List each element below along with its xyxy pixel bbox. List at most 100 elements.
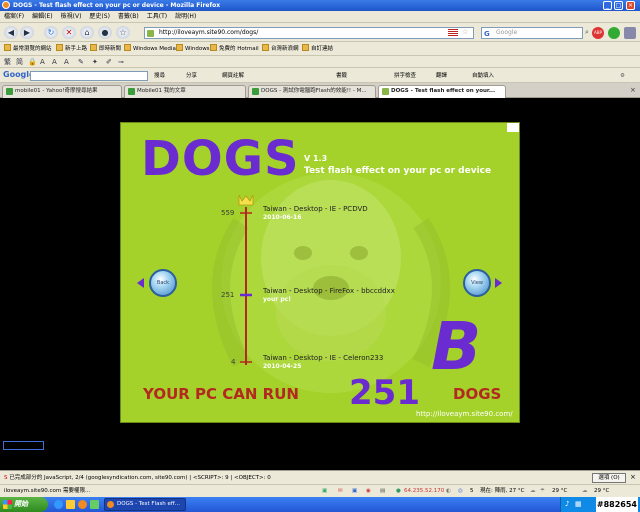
bottom-entry-desc: Taiwan - Desktop - IE - Celeron233	[263, 354, 384, 362]
google-search-input[interactable]	[30, 71, 148, 81]
bookmark-sina[interactable]: 台灣新浪網	[262, 44, 299, 54]
bookmark-most-visited[interactable]: 最常瀏覽的網站	[4, 44, 52, 54]
addon-icon[interactable]: ●	[98, 26, 112, 39]
bookmark-icon	[210, 44, 217, 51]
status-icon-2[interactable]: ▣	[352, 486, 357, 496]
script-status-text: S 已完成部分的 JavaScript, 2/4 (googlesyndicat…	[4, 475, 271, 481]
edit-icon[interactable]: ✐	[106, 57, 112, 67]
next-arrow-icon[interactable]	[495, 278, 502, 288]
weather-forecast-1: 29 °C	[552, 488, 568, 494]
options-button[interactable]: 選項 (O)	[592, 473, 626, 483]
quicklaunch-firefox-icon[interactable]	[78, 500, 87, 509]
close-tab-icon[interactable]: ×	[630, 86, 636, 94]
weather-forecast-2: 29 °C	[594, 488, 610, 494]
taskbar-firefox-window[interactable]: DOGS - Test Flash eff...	[104, 498, 186, 511]
site-favicon-icon	[147, 30, 154, 37]
menu-history[interactable]: 歷史(S)	[85, 11, 114, 23]
google-autofill-button[interactable]: 自動填入	[472, 71, 494, 81]
view-button[interactable]: View	[463, 269, 491, 297]
text-size-reset-icon[interactable]: A	[64, 57, 69, 67]
url-bar[interactable]: http://iloveaym.site90.com/dogs/	[144, 27, 474, 39]
home-icon[interactable]: ⌂	[80, 26, 94, 39]
stop-icon[interactable]: ✕	[62, 26, 76, 39]
google-search-button[interactable]: 搜尋	[154, 71, 165, 81]
volume-icon[interactable]: ♪	[565, 500, 569, 508]
maximize-button[interactable]: □	[614, 1, 623, 10]
google-bookmarks-button[interactable]: 書籤	[336, 71, 347, 81]
menu-edit[interactable]: 編輯(E)	[28, 11, 56, 23]
back-button[interactable]: Back	[149, 269, 177, 297]
menu-bar: 檔案(F) 編輯(E) 檢視(V) 歷史(S) 書籤(B) 工具(T) 說明(H)	[0, 11, 640, 23]
pencil-icon[interactable]: ✎	[78, 57, 84, 67]
bookmark-icon	[4, 44, 11, 51]
gmail-icon[interactable]: ✉	[338, 486, 343, 496]
flash-corner-marker	[507, 123, 519, 132]
status-icon-8[interactable]: 5	[470, 486, 474, 496]
close-notification-icon[interactable]: ×	[630, 473, 636, 481]
menu-file[interactable]: 檔案(F)	[0, 11, 28, 23]
scale-max-label: 559	[221, 209, 235, 217]
google-notebook-button[interactable]: 網頁註解	[222, 71, 244, 81]
search-input[interactable]: G Google	[481, 27, 583, 39]
status-icon-4[interactable]: ▤	[380, 486, 385, 496]
addon-status-icon[interactable]: ▣	[322, 486, 327, 496]
ip-text: 64.235.52.170	[404, 488, 445, 494]
bookmark-windows-media[interactable]: Windows Media	[124, 44, 176, 54]
top-entry-desc: Taiwan - Desktop - IE - PCDVD	[263, 205, 368, 213]
close-button[interactable]: ×	[626, 1, 635, 10]
tab-dogs-chinese[interactable]: DOGS - 測試你電腦跑Flash的效能!! - M...	[248, 85, 376, 98]
quicklaunch-folder-icon[interactable]	[66, 500, 75, 509]
menu-tools[interactable]: 工具(T)	[143, 11, 171, 23]
greasemonkey-icon[interactable]	[608, 27, 620, 39]
menu-view[interactable]: 檢視(V)	[57, 11, 86, 23]
traditional-chinese-icon[interactable]: 繁	[4, 57, 11, 67]
mobile01-favicon-icon	[252, 88, 259, 95]
back-arrow-icon[interactable]: ◀	[4, 26, 18, 39]
google-translate-button[interactable]: 翻譯	[436, 71, 447, 81]
dropdown-star-icon[interactable]: ☆	[462, 28, 468, 36]
firefox-icon	[2, 1, 10, 9]
adblock-icon[interactable]: ABP	[592, 27, 604, 39]
start-button[interactable]: 開始	[0, 497, 48, 512]
quicklaunch-app-icon[interactable]	[90, 500, 99, 509]
bookmark-windows[interactable]: Windows	[176, 44, 210, 54]
extension-icon[interactable]	[624, 27, 636, 39]
page-link-button[interactable]	[3, 441, 44, 450]
network-icon[interactable]: ▦	[575, 500, 582, 508]
search-magnifier-icon[interactable]: ⌕	[585, 28, 589, 37]
app-subtitle: Test flash effect on your pc or device	[304, 166, 492, 176]
quicklaunch-ie-icon[interactable]	[54, 500, 63, 509]
status-icon-5[interactable]: ●	[396, 486, 401, 496]
google-spellcheck-button[interactable]: 拼字檢查	[394, 71, 416, 81]
simplified-chinese-icon[interactable]: 简	[16, 57, 23, 67]
reload-icon[interactable]: ↻	[44, 26, 58, 39]
app-title: DOGS	[141, 131, 300, 187]
tab-dogs-active[interactable]: DOGS - Test flash effect on your...	[378, 85, 506, 98]
status-icon-3[interactable]: ◉	[366, 486, 371, 496]
flash-benchmark[interactable]: DOGS V 1.3 Test flash effect on your pc …	[120, 122, 520, 423]
bookmark-custom-links[interactable]: 自訂連結	[302, 44, 333, 54]
gear-icon[interactable]: ✦	[92, 57, 98, 67]
bookmark-star-icon[interactable]: ☆	[116, 26, 130, 39]
settings-wrench-icon[interactable]: ⚙	[620, 71, 625, 81]
minimize-button[interactable]: _	[603, 1, 612, 10]
menu-help[interactable]: 說明(H)	[171, 11, 200, 23]
status-icon-7[interactable]: ◎	[458, 486, 463, 496]
weather-cloud2-icon: ☁	[582, 488, 588, 494]
lock-icon[interactable]: 🔒	[28, 57, 37, 67]
forward-arrow-icon[interactable]: ▶	[20, 26, 34, 39]
google-share-button[interactable]: 分享	[186, 71, 197, 81]
status-icon-6[interactable]: ◐	[446, 486, 451, 496]
bookmark-getting-started[interactable]: 新手上路	[56, 44, 87, 54]
site-url-link[interactable]: http://iloveaym.site90.com/	[416, 410, 513, 418]
menu-bookmarks[interactable]: 書籤(B)	[114, 11, 143, 23]
text-size-small-icon[interactable]: A	[52, 57, 57, 67]
bookmark-news[interactable]: 即時新聞	[90, 44, 121, 54]
text-size-icon[interactable]: A	[40, 57, 45, 67]
tab-mobile01[interactable]: Mobile01 我的文章	[124, 85, 246, 98]
prev-arrow-icon[interactable]	[137, 278, 144, 288]
tab-yahoo-search[interactable]: mobile01 - Yahoo!奇摩搜尋結果	[2, 85, 122, 98]
bookmark-hotmail[interactable]: 免費的 Hotmail	[210, 44, 259, 54]
link-icon[interactable]: ⊸	[118, 57, 124, 67]
bookmark-icon	[262, 44, 269, 51]
